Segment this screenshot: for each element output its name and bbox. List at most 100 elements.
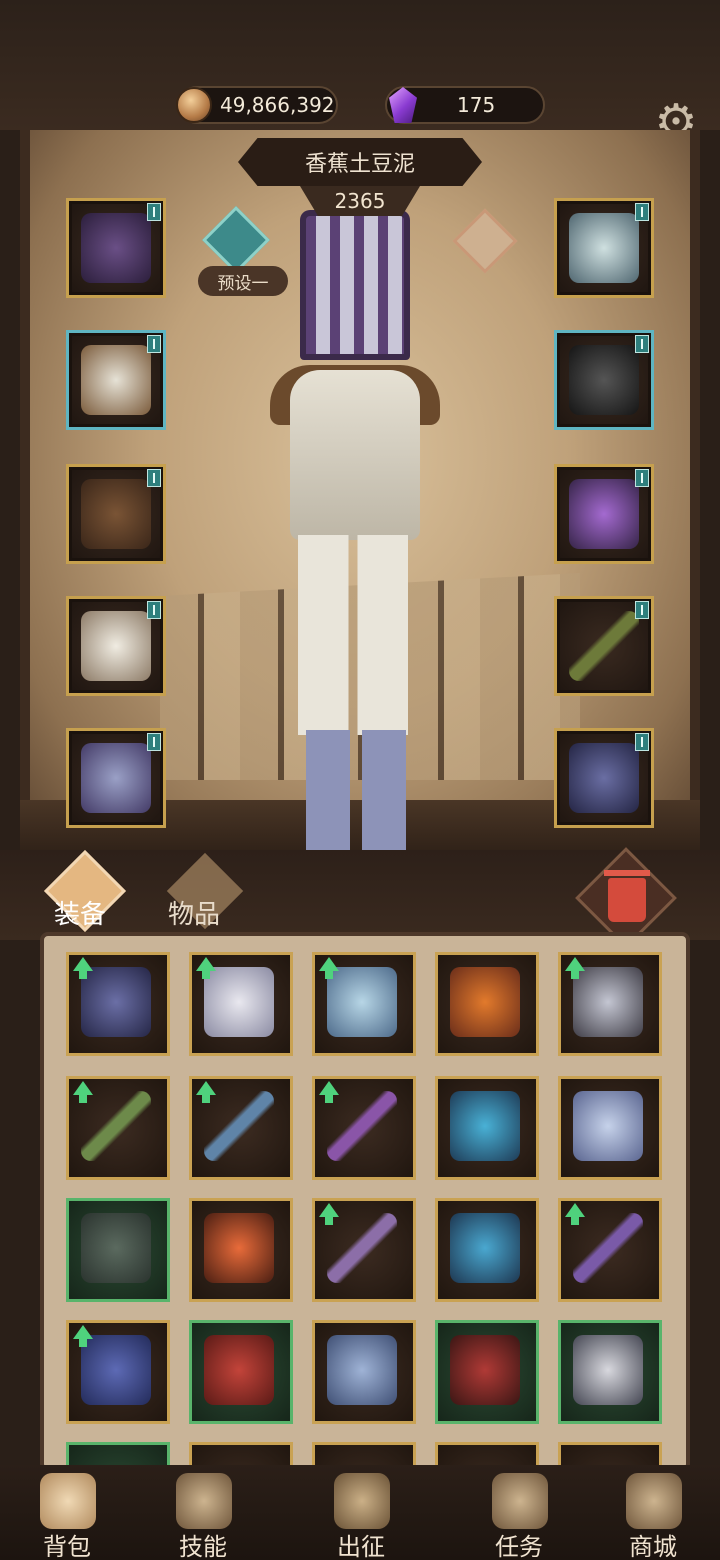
inventory-item[interactable] [435,1320,539,1424]
nav-label-expedition: 出征 [337,1533,385,1560]
staff-icon [327,1091,397,1161]
gold-amount: 49,866,392 [220,93,335,117]
staff-icon [327,1213,397,1283]
scroll-icon [492,1473,548,1529]
tome-icon [204,1335,274,1405]
inventory-item[interactable] [66,1198,170,1302]
inventory-item[interactable] [312,1320,416,1424]
slot-badge-icon [147,733,161,751]
upgrade-arrow-icon [196,1081,216,1103]
sword-icon [334,1473,390,1529]
inventory-item[interactable] [558,1320,662,1424]
shoulder-icon [569,479,639,549]
slot-badge-icon [635,601,649,619]
slot-badge-icon [635,335,649,353]
gem-icon [389,87,417,123]
gem-shard-icon [204,1213,274,1283]
equip-slot-pants[interactable] [66,596,166,696]
staff-icon [81,1091,151,1161]
gold-counter[interactable]: 49,866,392 [176,86,338,124]
upgrade-arrow-icon [565,1203,585,1225]
armor-icon [327,1335,397,1405]
hero-name: 香蕉土豆泥 [304,152,415,177]
slot-badge-icon [147,601,161,619]
fire-book-icon [450,967,520,1037]
gem-amount: 175 [457,93,496,117]
upgrade-arrow-icon [73,957,93,979]
equip-slot-helmet[interactable] [66,198,166,298]
inventory-item[interactable] [435,1076,539,1180]
tab-items[interactable]: 物品 [168,894,220,931]
equip-slot-armor[interactable] [66,330,166,430]
nav-label-skills: 技能 [179,1533,227,1560]
inventory-grid [40,932,690,1472]
top-bar [0,0,720,130]
hero-power-plate: 2365 [300,186,420,216]
coin-icon [176,87,212,123]
hero-cage-helmet [300,210,410,360]
hero-power: 2365 [334,189,386,213]
equip-slot-shoulder[interactable] [554,464,654,564]
inventory-item[interactable] [66,1320,170,1424]
inventory-item[interactable] [189,1076,293,1180]
nav-item-shop[interactable]: 商城 [598,1465,708,1560]
nav-item-bag[interactable]: 背包 [12,1465,122,1560]
nav-item-expedition[interactable]: 出征 [306,1465,416,1560]
preset-label: 预设一 [217,273,269,294]
upgrade-arrow-icon [73,1325,93,1347]
inventory-item[interactable] [558,1076,662,1180]
inventory-item[interactable] [66,1076,170,1180]
hero-legs [298,535,408,735]
boots-icon [327,967,397,1037]
offhand-icon [81,967,151,1037]
armor-icon [573,1091,643,1161]
slot-badge-icon [147,203,161,221]
scythe-icon [573,967,643,1037]
equip-slot-ring[interactable] [554,330,654,430]
inventory-item[interactable] [558,952,662,1056]
hero-torso [290,370,420,540]
equip-slot-offhand[interactable] [554,728,654,828]
amulet-icon [450,1213,520,1283]
inventory-item[interactable] [189,952,293,1056]
equip-slot-amulet[interactable] [554,198,654,298]
nav-item-skills[interactable]: 技能 [148,1465,258,1560]
inventory-item[interactable] [189,1198,293,1302]
slot-badge-icon [147,469,161,487]
equip-slot-gloves[interactable] [66,464,166,564]
shop-icon [626,1473,682,1529]
inventory-item[interactable] [189,1320,293,1424]
gem-counter[interactable]: 175 [385,86,545,124]
staff-icon [569,611,639,681]
armor-icon [81,345,151,415]
skill-book-icon [176,1473,232,1529]
boots-icon [81,1335,151,1405]
nav-label-shop: 商城 [629,1533,677,1560]
pants-icon [81,1213,151,1283]
nav-item-quests[interactable]: 任务 [464,1465,574,1560]
inventory-item[interactable] [312,1076,416,1180]
upgrade-arrow-icon [319,957,339,979]
bag-icon [40,1473,96,1529]
slot-badge-icon [635,469,649,487]
pants-icon [81,611,151,681]
equip-slot-boots[interactable] [66,728,166,828]
equip-slot-weapon[interactable] [554,596,654,696]
slot-badge-icon [147,335,161,353]
gauntlet-icon [573,1335,643,1405]
inventory-item[interactable] [66,952,170,1056]
hero-name-plate: 香蕉土豆泥 [238,138,482,186]
slot-badge-icon [635,733,649,751]
inventory-item[interactable] [312,952,416,1056]
inventory-item[interactable] [558,1198,662,1302]
tab-equipment[interactable]: 装备 [54,894,106,931]
trash-icon [604,870,650,922]
inventory-item[interactable] [435,1198,539,1302]
cage-helmet-icon [81,213,151,283]
inventory-item[interactable] [435,952,539,1056]
hero-figure[interactable] [250,190,460,880]
inventory-item[interactable] [312,1198,416,1302]
staff-icon [204,1091,274,1161]
preset-button[interactable]: 预设一 [198,266,288,296]
cloak-icon [450,1335,520,1405]
